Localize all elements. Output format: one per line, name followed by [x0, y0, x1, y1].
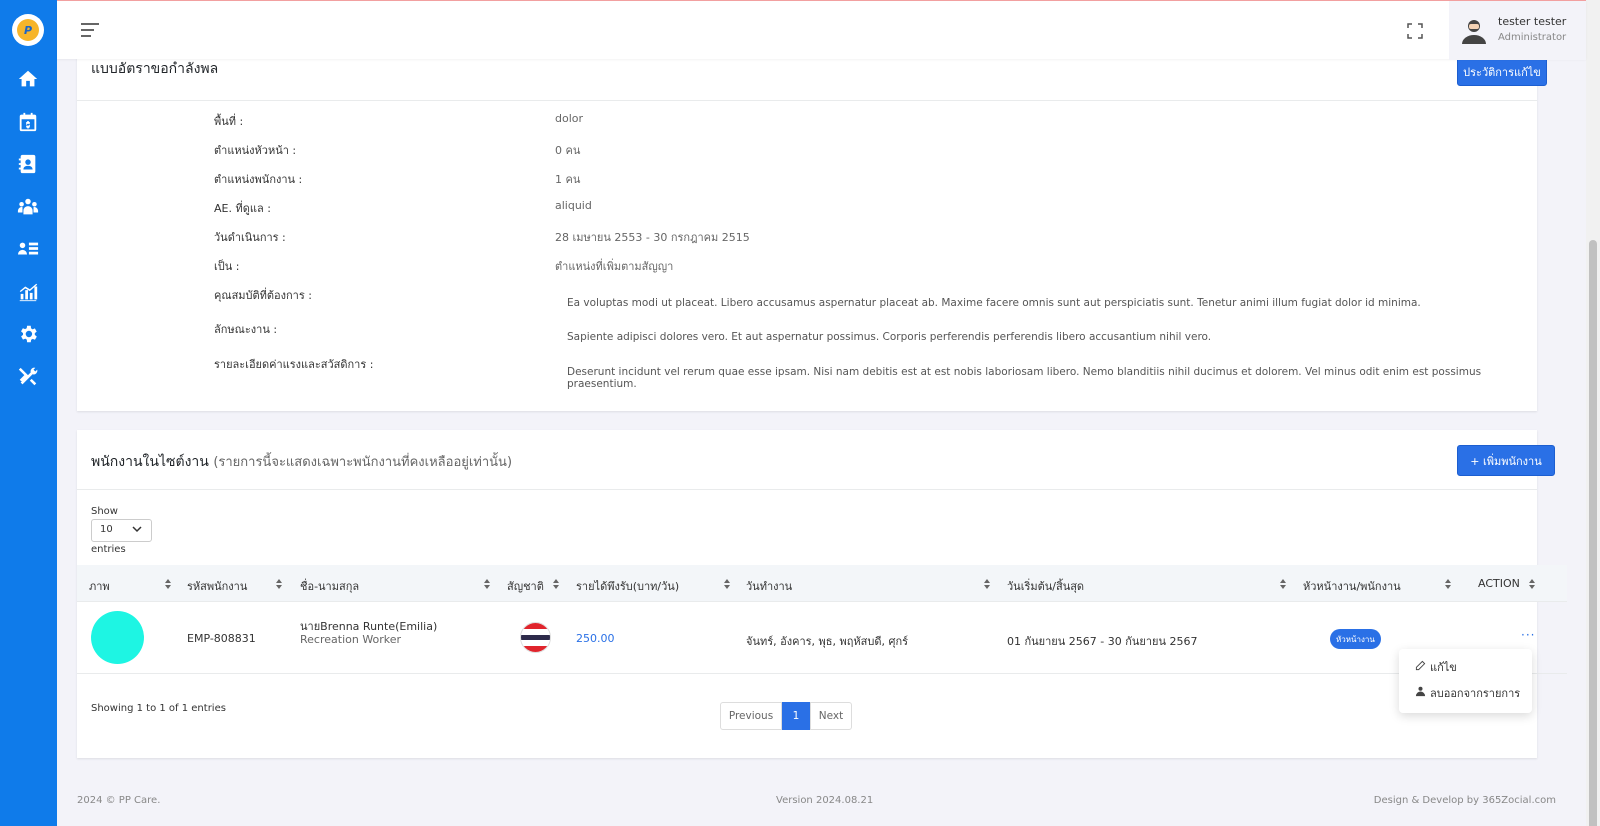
area-label: พื้นที่ :: [214, 115, 244, 128]
qualifications-value: Ea voluptas modi ut placeat. Libero accu…: [567, 297, 1421, 309]
row-action-dropdown: แก้ไข ลบออกจากรายการ: [1399, 649, 1532, 713]
area-value: dolor: [555, 112, 584, 125]
sort-icon[interactable]: [276, 578, 282, 590]
previous-page-button[interactable]: Previous: [720, 702, 782, 730]
column-period[interactable]: วันเริ่มต้น/สิ้นสุด: [1007, 577, 1084, 595]
page-size-value: 10: [100, 524, 113, 535]
remove-user-icon: [1415, 686, 1426, 700]
employee-position: Recreation Worker: [300, 633, 402, 646]
ae-value: aliquid: [555, 199, 592, 212]
column-code[interactable]: รหัสพนักงาน: [187, 577, 247, 595]
job-description-value: Sapiente adipisci dolores vero. Et aut a…: [567, 331, 1212, 343]
column-wage[interactable]: รายได้พึงรับ(บาท/วัน): [576, 577, 679, 595]
supervisor-count-value: 0 คน: [555, 144, 581, 157]
page-1-button[interactable]: 1: [782, 702, 810, 730]
sort-icon[interactable]: [984, 578, 990, 590]
user-name: tester tester: [1498, 15, 1567, 28]
sort-icon[interactable]: [553, 578, 559, 590]
version: Version 2024.08.21: [776, 795, 874, 806]
pencil-icon: [1415, 660, 1426, 674]
user-list-icon[interactable]: [16, 237, 40, 261]
column-workdays[interactable]: วันทำงาน: [746, 577, 792, 595]
next-page-button[interactable]: Next: [810, 702, 852, 730]
edit-menu-item[interactable]: แก้ไข: [1415, 658, 1457, 676]
ae-label: AE. ที่ดูแล :: [214, 202, 271, 215]
employee-count-label: ตำแหน่งพนักงาน :: [214, 173, 303, 186]
card-header: พนักงานในไซต์งาน (รายการนี้จะแสดงเฉพาะพน…: [77, 430, 1555, 490]
column-nationality[interactable]: สัญชาติ: [507, 577, 544, 595]
fullscreen-icon[interactable]: [1407, 23, 1423, 39]
team-icon[interactable]: [16, 195, 40, 219]
site-employees-card: พนักงานในไซต์งาน (รายการนี้จะแสดงเฉพาะพน…: [77, 430, 1567, 758]
employee-count-value: 1 คน: [555, 173, 581, 186]
column-action: ACTION: [1478, 577, 1520, 590]
contact-book-icon[interactable]: [16, 152, 40, 176]
tools-icon[interactable]: [16, 365, 40, 389]
calendar-money-icon[interactable]: [16, 110, 40, 134]
employee-workdays: จันทร์, อังคาร, พุธ, พฤหัสบดี, ศุกร์: [746, 635, 909, 648]
thai-flag-icon: [520, 622, 551, 653]
request-details-card: แบบอัตราขอกำลังพล ประวัติการแก้ไข พื้นที…: [77, 52, 1547, 411]
qualifications-label: คุณสมบัติที่ต้องการ :: [214, 289, 312, 302]
edit-label: แก้ไข: [1430, 661, 1457, 674]
type-label: เป็น :: [214, 260, 240, 273]
chevron-down-icon: [131, 523, 143, 538]
sidebar: P: [0, 0, 57, 826]
sort-icon[interactable]: [484, 578, 490, 590]
page-size-select[interactable]: 10: [91, 519, 152, 542]
wage-benefits-value: Deserunt incidunt vel rerum quae esse ip…: [567, 366, 1482, 390]
column-name[interactable]: ชื่อ-นามสกุล: [300, 577, 359, 595]
employee-code: EMP-808831: [187, 632, 256, 645]
employee-photo: [91, 611, 144, 664]
app-logo[interactable]: P: [12, 14, 44, 46]
entries-label: entries: [91, 544, 126, 555]
remove-menu-item[interactable]: ลบออกจากรายการ: [1415, 684, 1520, 702]
column-photo[interactable]: ภาพ: [89, 577, 110, 595]
sort-icon[interactable]: [1445, 578, 1451, 590]
role-badge: หัวหน้างาน: [1330, 629, 1381, 649]
home-icon[interactable]: [16, 67, 40, 91]
remove-label: ลบออกจากรายการ: [1430, 687, 1521, 700]
section-subtitle: (รายการนี้จะแสดงเฉพาะพนักงานที่คงเหลืออย…: [213, 455, 513, 470]
add-employee-button[interactable]: + เพิ่มพนักงาน: [1457, 445, 1555, 476]
page-scrollbar[interactable]: [1586, 0, 1600, 826]
employee-wage: 250.00: [576, 632, 615, 645]
sort-icon[interactable]: [724, 578, 730, 590]
edit-history-button[interactable]: ประวัติการแก้ไข: [1457, 57, 1547, 86]
avatar: [1462, 18, 1486, 44]
pagination: Previous 1 Next: [720, 702, 852, 730]
type-value: ตำแหน่งที่เพิ่มตามสัญญา: [555, 260, 674, 273]
table-info: Showing 1 to 1 of 1 entries: [91, 703, 226, 714]
show-label: Show: [91, 506, 118, 517]
user-role: Administrator: [1498, 32, 1567, 43]
operation-date-label: วันดำเนินการ :: [214, 231, 286, 244]
scrollbar-thumb[interactable]: [1589, 240, 1597, 826]
operation-date-value: 28 เมษายน 2553 - 30 กรกฎาคม 2515: [555, 231, 750, 244]
user-menu[interactable]: tester tester Administrator: [1449, 1, 1586, 60]
footer: 2024 © PP Care. Version 2024.08.21 Desig…: [57, 776, 1586, 826]
job-description-label: ลักษณะงาน :: [214, 323, 278, 336]
settings-icon[interactable]: [16, 322, 40, 346]
table-header: ภาพ รหัสพนักงาน ชื่อ-นามสกุล สัญชาติ ราย…: [77, 565, 1567, 602]
section-title: พนักงานในไซต์งาน (รายการนี้จะแสดงเฉพาะพน…: [91, 451, 512, 473]
card-header: แบบอัตราขอกำลังพล ประวัติการแก้ไข: [77, 52, 1547, 101]
developer-credit: Design & Develop by 365Zocial.com: [1373, 795, 1556, 806]
copyright: 2024 © PP Care.: [77, 795, 161, 806]
wage-benefits-label: รายละเอียดค่าแรงและสวัสดิการ :: [214, 358, 374, 371]
table-row: EMP-808831 นายBrenna Runte(Emilia) Recre…: [77, 602, 1567, 674]
supervisor-count-label: ตำแหน่งหัวหน้า :: [214, 144, 297, 157]
sort-icon[interactable]: [1529, 578, 1535, 590]
column-role[interactable]: หัวหน้างาน/พนักงาน: [1303, 577, 1401, 595]
sort-icon[interactable]: [165, 578, 171, 590]
section-title-text: พนักงานในไซต์งาน: [91, 454, 209, 470]
page-title: แบบอัตราขอกำลังพล: [91, 61, 219, 77]
topbar: tester tester Administrator: [57, 0, 1586, 60]
employee-period: 01 กันยายน 2567 - 30 กันยายน 2567: [1007, 635, 1198, 648]
row-action-menu[interactable]: ···: [1521, 628, 1535, 642]
menu-toggle-icon[interactable]: [81, 23, 99, 37]
sort-icon[interactable]: [1280, 578, 1286, 590]
chart-icon[interactable]: [16, 280, 40, 304]
